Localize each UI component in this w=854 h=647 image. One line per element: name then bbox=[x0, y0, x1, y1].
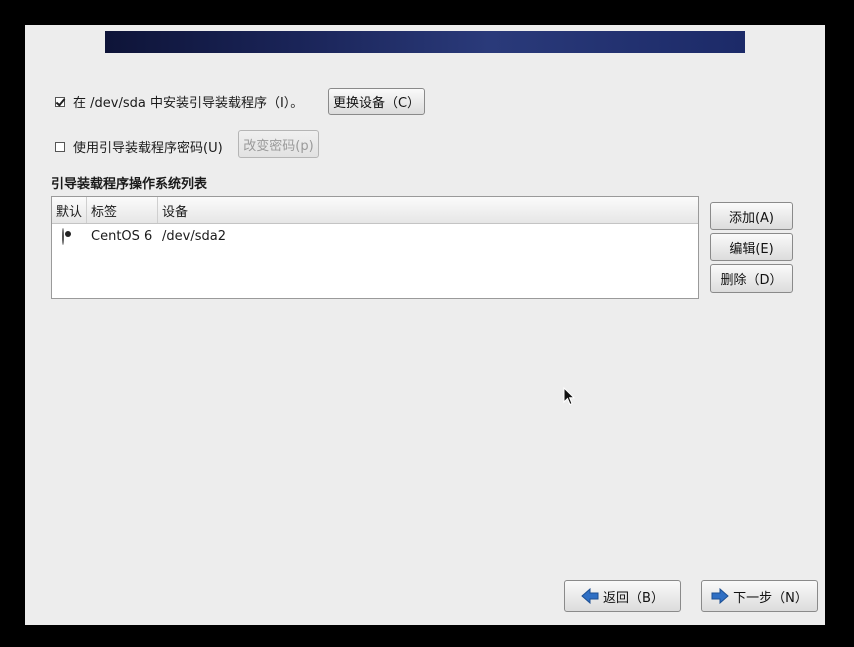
arrow-right-icon bbox=[711, 588, 729, 604]
change-password-button[interactable]: 改变密码(p) bbox=[238, 130, 319, 158]
table-row[interactable]: CentOS 6 /dev/sda2 bbox=[52, 224, 698, 248]
back-button-label: 返回（B） bbox=[603, 590, 664, 606]
column-header-device[interactable]: 设备 bbox=[158, 197, 698, 223]
default-cell bbox=[52, 227, 87, 245]
next-button[interactable]: 下一步（N） bbox=[701, 580, 818, 612]
delete-button[interactable]: 删除（D） bbox=[710, 264, 793, 293]
install-bootloader-label: 在 /dev/sda 中安装引导装载程序（I）。 bbox=[73, 96, 304, 111]
os-list-header: 默认 标签 设备 bbox=[52, 197, 698, 224]
add-button[interactable]: 添加(A) bbox=[710, 202, 793, 230]
install-bootloader-row[interactable]: 在 /dev/sda 中安装引导装载程序（I）。 bbox=[55, 92, 303, 111]
column-header-default[interactable]: 默认 bbox=[52, 197, 87, 223]
install-bootloader-checkbox[interactable] bbox=[55, 96, 65, 107]
column-header-label[interactable]: 标签 bbox=[87, 197, 158, 223]
bootloader-password-checkbox[interactable] bbox=[55, 141, 65, 152]
back-button[interactable]: 返回（B） bbox=[564, 580, 681, 612]
header-banner bbox=[105, 31, 745, 53]
installer-window: 在 /dev/sda 中安装引导装载程序（I）。 更换设备（C） 使用引导装载程… bbox=[25, 25, 825, 625]
label-cell: CentOS 6 bbox=[91, 228, 153, 244]
bootloader-password-row[interactable]: 使用引导装载程序密码(U) bbox=[55, 137, 223, 156]
next-button-label: 下一步（N） bbox=[733, 590, 808, 606]
bootloader-password-label: 使用引导装载程序密码(U) bbox=[73, 141, 223, 156]
arrow-left-icon bbox=[581, 588, 599, 604]
default-radio[interactable] bbox=[62, 227, 64, 245]
os-list-title: 引导装载程序操作系统列表 bbox=[51, 177, 208, 192]
os-list-table: 默认 标签 设备 CentOS 6 /dev/sda2 bbox=[51, 196, 699, 299]
change-device-button[interactable]: 更换设备（C） bbox=[328, 88, 425, 115]
edit-button[interactable]: 编辑(E) bbox=[710, 233, 793, 261]
device-cell: /dev/sda2 bbox=[162, 228, 226, 244]
mouse-cursor-icon bbox=[563, 387, 575, 406]
